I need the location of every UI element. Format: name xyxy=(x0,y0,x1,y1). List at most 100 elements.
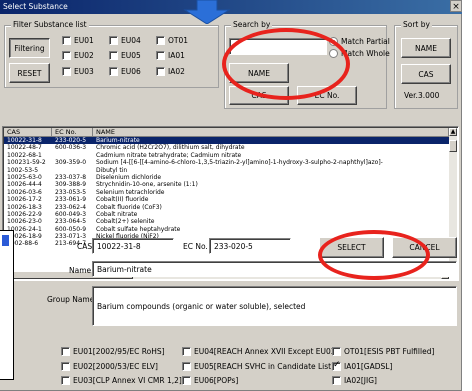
table-row[interactable]: 10025-63-0 233-037-8 Diselenium dichloride xyxy=(4,174,449,181)
scroll-up-icon[interactable]: ▲ xyxy=(449,128,457,136)
cell-cas: 10026-17-2 xyxy=(7,196,42,204)
table-row[interactable]: 10022-48-7 600-036-3 Chromic acid (H2Cr2O7… xyxy=(4,144,449,151)
cancel-button[interactable]: CANCEL xyxy=(392,237,457,258)
window-titlebar: Select Substance xyxy=(0,0,462,14)
checkbox-box[interactable] xyxy=(332,360,341,371)
reg-eu03-checkbox[interactable]: EU03[CLP Annex VI CMR 1,2] xyxy=(61,376,182,385)
cell-ec xyxy=(52,167,93,174)
filter-eu04-checkbox[interactable]: EU04 xyxy=(109,36,141,45)
search-ecno-button[interactable]: EC No. xyxy=(297,86,357,105)
cas-label: CAS xyxy=(77,242,93,251)
reset-button[interactable]: RESET xyxy=(9,63,50,83)
filter-eu03-checkbox[interactable]: EU03 xyxy=(62,67,94,76)
match-partial-radio[interactable]: Match Partial xyxy=(329,37,390,46)
checkbox-box[interactable] xyxy=(156,67,165,76)
table-row[interactable]: 10026-03-6 233-053-5 Selenium tetrachlorid… xyxy=(4,189,449,196)
checkbox-box[interactable] xyxy=(61,362,70,371)
table-row[interactable]: 10026-17-2 233-061-9 Cobalt(II) fluoride xyxy=(4,196,449,203)
close-icon[interactable]: × xyxy=(450,0,462,12)
column-header-cas[interactable]: CAS xyxy=(4,128,52,137)
reg-eu02-checkbox[interactable]: EU02[2000/53/EC ELV] xyxy=(61,362,158,371)
reg-eu04-checkbox[interactable]: EU04[REACH Annex XVII Except EU03] xyxy=(182,347,339,356)
reg-eu05-checkbox[interactable]: EU05[REACH SVHC in Candidate List] xyxy=(182,362,334,371)
radio-dot[interactable] xyxy=(329,37,338,46)
table-row[interactable]: 10026-44-4 309-388-9 Strychnidin-10-one, a… xyxy=(4,181,449,188)
cell-ec: 600-036-3 xyxy=(55,144,87,152)
scroll-thumb[interactable] xyxy=(449,140,457,152)
reg-ia01-checkbox[interactable]: IA01[GADSL] xyxy=(332,360,392,371)
reg-ia02-checkbox[interactable]: IA02[JIG] xyxy=(332,376,377,385)
group-name-label: Group Name xyxy=(47,295,95,304)
checkbox-box[interactable] xyxy=(156,36,165,45)
checkbox-box[interactable] xyxy=(62,36,71,45)
reg-eu01-checkbox[interactable]: EU01[2002/95/EC RoHS] xyxy=(61,347,165,356)
substance-list[interactable]: CAS EC No. NAME 10022-31-8 233-020-5 Bariu… xyxy=(2,126,459,281)
background-document-fragment xyxy=(0,230,14,380)
ecno-field[interactable]: 233-020-5 xyxy=(209,238,291,254)
table-row[interactable]: 10026-23-0 233-064-5 Cobalt(2+) selenite xyxy=(4,218,449,225)
cell-name: Sodium [4-[[6-[[4-amino-6-chloro-1,3,5-t… xyxy=(96,159,383,167)
checkbox-box[interactable] xyxy=(156,51,165,60)
cell-ec: 233-020-5 xyxy=(55,137,87,144)
filter-ia02-checkbox[interactable]: IA02 xyxy=(156,67,185,76)
checkbox-box[interactable] xyxy=(62,51,71,60)
version-label: Ver.3.000 xyxy=(404,91,440,100)
checkbox-box[interactable] xyxy=(109,51,118,60)
filter-eu06-checkbox[interactable]: EU06 xyxy=(109,67,141,76)
column-header-ecno[interactable]: EC No. xyxy=(52,128,93,137)
cell-ec: 233-053-5 xyxy=(55,188,87,196)
checkbox-box[interactable] xyxy=(109,36,118,45)
cell-ec: 233-064-5 xyxy=(55,218,87,226)
checkbox-box[interactable] xyxy=(61,347,70,356)
radio-dot[interactable] xyxy=(329,49,338,58)
cell-ec: 233-062-4 xyxy=(55,203,87,211)
filter-eu05-checkbox[interactable]: EU05 xyxy=(109,51,141,60)
search-name-button[interactable]: NAME xyxy=(229,63,289,83)
window-title: Select Substance xyxy=(3,2,68,11)
cell-name: Strychnidin-10-one, arsenite (1:1) xyxy=(96,181,198,189)
search-cas-button[interactable]: CAS xyxy=(229,86,289,105)
cell-ec: 233-061-9 xyxy=(55,196,87,204)
table-row[interactable]: 10026-22-9 600-049-3 Cobalt nitrate xyxy=(4,211,449,218)
group-name-field[interactable]: Barium compounds (organic or water solub… xyxy=(92,286,457,326)
cell-cas: 10026-22-9 xyxy=(7,210,42,218)
name-field[interactable]: Barium-nitrate xyxy=(92,261,457,277)
sort-cas-button[interactable]: CAS xyxy=(401,64,451,84)
table-row[interactable]: 100231-59-2 309-359-0 Sodium [4-[[6-[[4-am… xyxy=(4,159,449,166)
cell-name: Chromic acid (H2Cr2O7), dilithium salt, … xyxy=(96,144,245,152)
filter-ia01-checkbox[interactable]: IA01 xyxy=(156,51,185,60)
table-row[interactable]: 10022-68-1 Cadmium nitrate tetrahydrate; … xyxy=(4,152,449,159)
reg-eu06-checkbox[interactable]: EU06[POPs] xyxy=(182,376,238,385)
checkbox-box[interactable] xyxy=(182,347,191,356)
list-header: CAS EC No. NAME xyxy=(4,128,449,137)
cell-name: Selenium tetrachloride xyxy=(96,188,165,196)
table-row[interactable]: 10026-18-3 233-062-4 Cobalt fluoride (CoF3… xyxy=(4,204,449,211)
checkbox-box[interactable] xyxy=(182,376,191,385)
cell-cas: 10022-48-7 xyxy=(7,144,42,152)
filtering-button[interactable]: Filtering xyxy=(9,38,50,58)
column-header-name[interactable]: NAME xyxy=(93,128,449,137)
checkbox-box[interactable] xyxy=(61,376,70,385)
table-row[interactable]: 10026-24-1 600-050-9 Cobalt sulfate heptah… xyxy=(4,226,449,233)
table-row[interactable]: 1002-53-5 Dibutyl tin xyxy=(4,167,449,174)
checkbox-box[interactable] xyxy=(62,67,71,76)
checkbox-box[interactable] xyxy=(182,362,191,371)
search-input[interactable] xyxy=(229,38,327,55)
cell-name: Cobalt(2+) selenite xyxy=(96,218,155,226)
table-row[interactable]: 10022-31-8 233-020-5 Barium-nitrate xyxy=(4,137,449,145)
cell-name: Dibutyl tin xyxy=(96,166,128,174)
reg-ot01-checkbox[interactable]: OT01[ESIS PBT Fulfilled] xyxy=(332,347,434,356)
cell-name: Cobalt nitrate xyxy=(96,210,138,218)
filter-eu01-checkbox[interactable]: EU01 xyxy=(62,36,94,45)
checkbox-box[interactable] xyxy=(332,376,341,385)
filter-eu02-checkbox[interactable]: EU02 xyxy=(62,51,94,60)
sort-name-button[interactable]: NAME xyxy=(401,38,451,58)
select-button[interactable]: SELECT xyxy=(319,237,384,258)
checkbox-box[interactable] xyxy=(109,67,118,76)
cas-field[interactable]: 10022-31-8 xyxy=(92,238,174,254)
match-whole-radio[interactable]: Match Whole xyxy=(329,49,390,58)
checkbox-box[interactable] xyxy=(332,347,341,356)
dialog-body: Filter Substance list Filtering RESET EU… xyxy=(0,14,462,391)
cell-cas: 10022-31-8 xyxy=(7,137,42,144)
filter-ot01-checkbox[interactable]: OT01 xyxy=(156,36,188,45)
